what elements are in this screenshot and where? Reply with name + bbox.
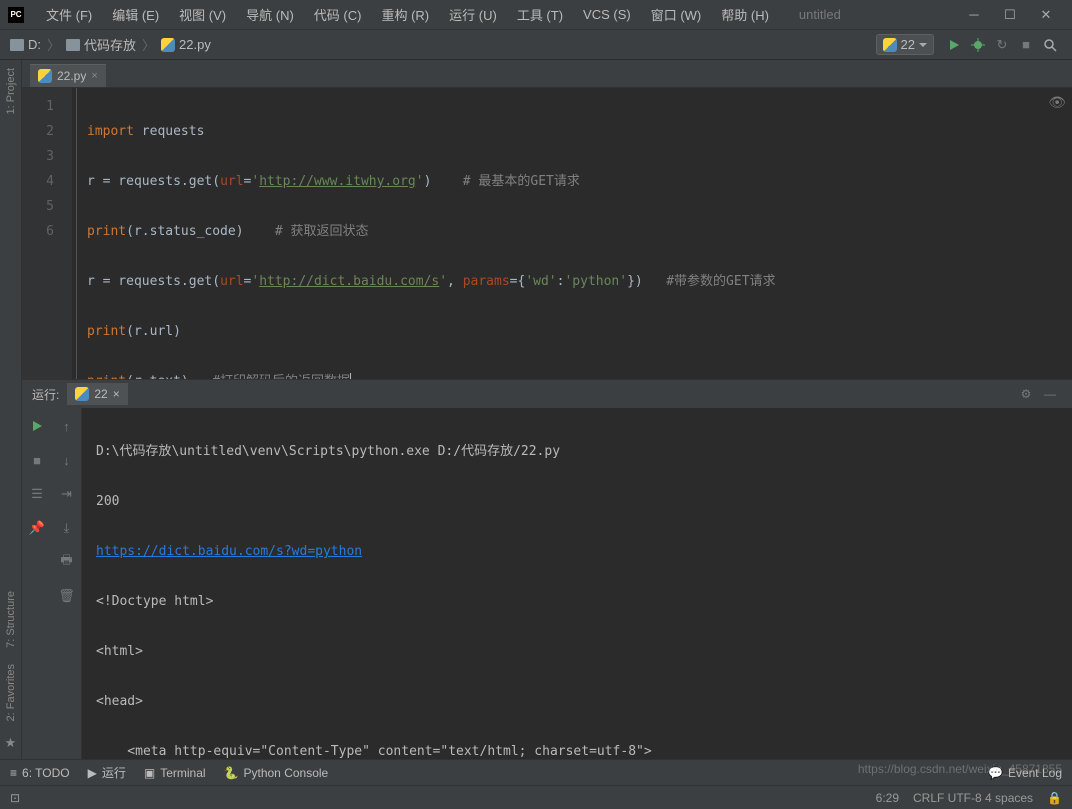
watermark: https://blog.csdn.net/weixin_45871855 <box>858 762 1062 776</box>
rerun-button[interactable] <box>25 414 49 438</box>
encoding-info[interactable]: CRLF UTF-8 4 spaces <box>913 791 1033 805</box>
breadcrumb-file-label: 22.py <box>179 37 211 52</box>
run-config-selector[interactable]: 22 <box>876 34 934 55</box>
down-icon[interactable]: ↓ <box>55 448 79 472</box>
minimize-panel-icon[interactable]: — <box>1038 382 1062 406</box>
menu-help[interactable]: 帮助 (H) <box>711 5 779 24</box>
python-icon: 🐍 <box>224 766 239 780</box>
code-body[interactable]: import requests r = requests.get(url='ht… <box>76 88 1072 379</box>
python-file-icon <box>38 69 52 83</box>
editor-tabs: 22.py × <box>22 60 1072 88</box>
minimize-button[interactable]: ─ <box>956 1 992 29</box>
breadcrumb: D: 〉 代码存放 〉 22.py <box>10 35 211 54</box>
project-name: untitled <box>799 7 841 22</box>
editor-content[interactable]: 👁 1 2 3 4 5 6 import requests r = reques… <box>22 88 1072 379</box>
soft-wrap-icon[interactable]: ⇥ <box>55 482 79 506</box>
breadcrumb-drive[interactable]: D: <box>10 37 41 52</box>
coverage-button[interactable]: ↻ <box>990 33 1014 57</box>
editor-tab-label: 22.py <box>57 69 86 83</box>
run-toolbar-secondary: ↑ ↓ ⇥ ⤓ 🖶 🗑 <box>52 408 82 759</box>
app-logo: PC <box>8 7 24 23</box>
close-run-tab-icon[interactable]: × <box>113 387 120 401</box>
run-bottom-tab[interactable]: ▶ 运行 <box>88 764 126 781</box>
stop-run-button[interactable]: ■ <box>25 448 49 472</box>
close-button[interactable]: ✕ <box>1028 1 1064 29</box>
python-console-tab[interactable]: 🐍 Python Console <box>224 766 329 780</box>
scroll-end-icon[interactable]: ⤓ <box>55 516 79 540</box>
menu-file[interactable]: 文件 (F) <box>36 5 102 24</box>
menu-edit[interactable]: 编辑 (E) <box>102 5 169 24</box>
breadcrumb-sep: 〉 <box>47 35 60 54</box>
print-icon[interactable]: 🖶 <box>55 550 79 574</box>
tab-structure[interactable]: 7: Structure <box>3 583 19 656</box>
run-panel: 运行: 22 × ⚙ — ■ ☰ 📌 ↑ ↓ <box>22 379 1072 759</box>
run-output[interactable]: D:\代码存放\untitled\venv\Scripts\python.exe… <box>82 408 1072 759</box>
terminal-tab[interactable]: ▣ Terminal <box>144 766 206 780</box>
cursor-position: 6:29 <box>876 791 899 805</box>
left-tool-gutter: 1: Project 7: Structure 2: Favorites ★ <box>0 60 22 759</box>
menu-tools[interactable]: 工具 (T) <box>507 5 573 24</box>
text-caret <box>350 373 351 379</box>
run-panel-header: 运行: 22 × ⚙ — <box>22 380 1072 408</box>
todo-tab[interactable]: ≡ 6: TODO <box>10 766 70 780</box>
menu-window[interactable]: 窗口 (W) <box>641 5 712 24</box>
up-icon[interactable]: ↑ <box>55 414 79 438</box>
menu-refactor[interactable]: 重构 (R) <box>371 5 439 24</box>
lock-icon[interactable]: 🔒 <box>1047 791 1062 805</box>
stop-button[interactable]: ■ <box>1014 33 1038 57</box>
play-icon: ▶ <box>88 766 97 780</box>
main-area: 1: Project 7: Structure 2: Favorites ★ 2… <box>0 60 1072 759</box>
delete-icon[interactable]: 🗑 <box>55 584 79 608</box>
breadcrumb-folder-label: 代码存放 <box>84 35 136 54</box>
settings-icon[interactable]: ⚙ <box>1014 382 1038 406</box>
editor-area: 22.py × 👁 1 2 3 4 5 6 import requests r … <box>22 60 1072 759</box>
run-config-label: 22 <box>901 37 915 52</box>
maximize-button[interactable]: ☐ <box>992 1 1028 29</box>
line-numbers: 1 2 3 4 5 6 <box>22 88 72 379</box>
editor-tab-active[interactable]: 22.py × <box>30 64 106 87</box>
run-tab[interactable]: 22 × <box>67 383 127 405</box>
menu-run[interactable]: 运行 (U) <box>439 5 507 24</box>
close-tab-icon[interactable]: × <box>91 70 97 82</box>
layout-button[interactable]: ☰ <box>25 482 49 506</box>
breadcrumb-drive-label: D: <box>28 37 41 52</box>
menu-view[interactable]: 视图 (V) <box>169 5 236 24</box>
favorites-star-icon[interactable]: ★ <box>5 735 17 751</box>
python-file-icon <box>883 38 897 52</box>
tab-project[interactable]: 1: Project <box>3 60 19 122</box>
tool-window-toggle-icon[interactable]: ⊡ <box>10 791 20 805</box>
run-panel-label: 运行: <box>32 386 59 403</box>
folder-icon <box>66 39 80 51</box>
menu-code[interactable]: 代码 (C) <box>304 5 372 24</box>
menu-vcs[interactable]: VCS (S) <box>573 7 641 22</box>
menu-nav[interactable]: 导航 (N) <box>236 5 304 24</box>
search-button[interactable] <box>1038 33 1062 57</box>
terminal-icon: ▣ <box>144 766 155 780</box>
python-file-icon <box>75 387 89 401</box>
status-bar: ⊡ 6:29 CRLF UTF-8 4 spaces 🔒 <box>0 785 1072 809</box>
toolbar: D: 〉 代码存放 〉 22.py 22 ↻ ■ <box>0 30 1072 60</box>
titlebar: PC 文件 (F) 编辑 (E) 视图 (V) 导航 (N) 代码 (C) 重构… <box>0 0 1072 30</box>
run-toolbar-primary: ■ ☰ 📌 <box>22 408 52 759</box>
debug-button[interactable] <box>966 33 990 57</box>
list-icon: ≡ <box>10 766 17 780</box>
folder-icon <box>10 39 24 51</box>
breadcrumb-sep: 〉 <box>142 35 155 54</box>
python-file-icon <box>161 38 175 52</box>
run-button[interactable] <box>942 33 966 57</box>
breadcrumb-file[interactable]: 22.py <box>161 37 211 52</box>
run-panel-body: ■ ☰ 📌 ↑ ↓ ⇥ ⤓ 🖶 🗑 D:\代码存放\untitled\venv\… <box>22 408 1072 759</box>
run-tab-label: 22 <box>94 387 107 401</box>
output-link[interactable]: https://dict.baidu.com/s?wd=python <box>96 544 362 559</box>
breadcrumb-folder[interactable]: 代码存放 <box>66 35 136 54</box>
tab-favorites[interactable]: 2: Favorites <box>3 656 19 729</box>
pin-button[interactable]: 📌 <box>25 516 49 540</box>
